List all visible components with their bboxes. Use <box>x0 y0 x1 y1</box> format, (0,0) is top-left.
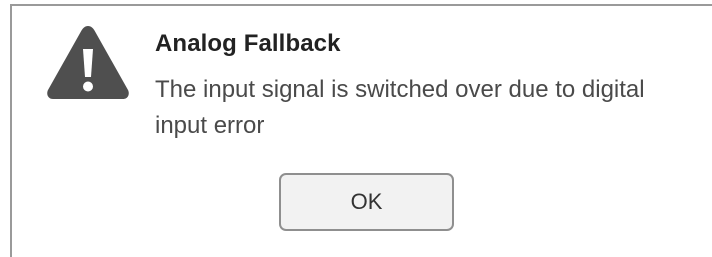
warning-triangle-icon <box>47 26 129 99</box>
dialog-title: Analog Fallback <box>155 30 341 57</box>
ok-button[interactable]: OK <box>279 173 454 231</box>
dialog-top-border <box>10 4 712 6</box>
analog-fallback-dialog: Analog Fallback The input signal is swit… <box>0 0 712 257</box>
dialog-left-border <box>10 4 12 257</box>
dialog-message: The input signal is switched over due to… <box>155 76 645 139</box>
